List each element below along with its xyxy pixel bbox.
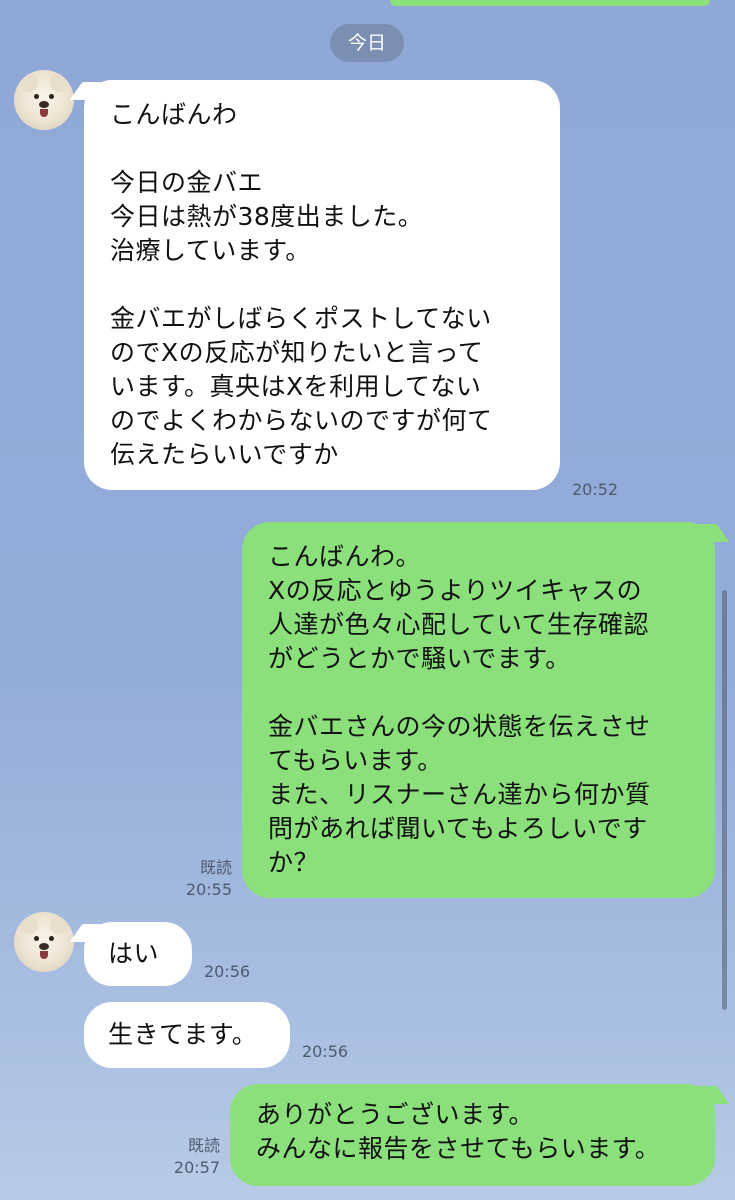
message-text: はい (108, 939, 160, 968)
message-text: みんなに報告をさせてもらいます。 (256, 1134, 661, 1163)
message-text: 伝えたらいいですか (110, 440, 339, 469)
read-receipt: 既読 (199, 858, 232, 877)
message-bubble-outgoing[interactable]: ありがとうございます。 みんなに報告をさせてもらいます。 (230, 1084, 730, 1186)
message-text: います。真央はXを利用してない (110, 372, 482, 401)
read-receipt: 既読 (187, 1136, 220, 1155)
message-text: 問があれば聞いてもよろしいです (268, 814, 648, 843)
message-text: がどうとかで騒いでます。 (268, 644, 571, 673)
contact-avatar[interactable] (14, 912, 74, 972)
contact-avatar[interactable] (14, 70, 74, 130)
message-text: か？ (268, 848, 320, 877)
message-text: ありがとうございます。 (256, 1100, 535, 1129)
message-bubble-incoming[interactable]: はい (69, 922, 192, 986)
message-text: 人達が色々心配していて生存確認 (268, 610, 650, 639)
message-bubble-incoming[interactable]: 生きてます。 (84, 1002, 290, 1068)
message-text (110, 132, 534, 166)
message-text (268, 676, 689, 710)
message-text: 金バエがしばらくポストしてない (110, 304, 492, 333)
message-text: こんばんわ (110, 100, 238, 129)
message-text: Xの反応とゆうよりツイキャスの (268, 576, 643, 605)
message-text: こんばんわ。 (268, 542, 422, 571)
message-timestamp: 20:55 (185, 880, 232, 899)
message-text: 治療しています。 (110, 236, 311, 265)
scrollbar[interactable] (722, 590, 727, 1010)
message-timestamp: 20:52 (572, 480, 619, 499)
message-text: 生きてます。 (108, 1020, 258, 1049)
message-text: のでXの反応が知りたいと言って (110, 338, 484, 367)
message-timestamp: 20:56 (204, 962, 251, 981)
message-bubble-outgoing[interactable]: こんばんわ。 Xの反応とゆうよりツイキャスの 人達が色々心配していて生存確認 が… (242, 522, 730, 898)
message-timestamp: 20:57 (173, 1158, 220, 1177)
message-text: てもらいます。 (268, 746, 443, 775)
message-text: 金バエさんの今の状態を伝えさせ (268, 712, 651, 741)
message-text (110, 268, 534, 302)
chat-area[interactable]: 今日 こんばんわ 今日の金バエ 今日は熱が38度出ました。 治療しています。 金… (0, 0, 735, 1200)
message-timestamp: 20:56 (302, 1042, 349, 1061)
message-text: また、リスナーさん達から何か質 (268, 780, 651, 809)
message-text: のでよくわからないのですが何て (110, 406, 493, 435)
date-separator: 今日 (330, 24, 404, 62)
previous-message-bubble-edge (390, 0, 710, 6)
message-text: 今日の金バエ (110, 168, 264, 197)
message-text: 今日は熱が38度出ました。 (110, 202, 424, 231)
message-bubble-incoming[interactable]: こんばんわ 今日の金バエ 今日は熱が38度出ました。 治療しています。 金バエが… (69, 80, 560, 490)
